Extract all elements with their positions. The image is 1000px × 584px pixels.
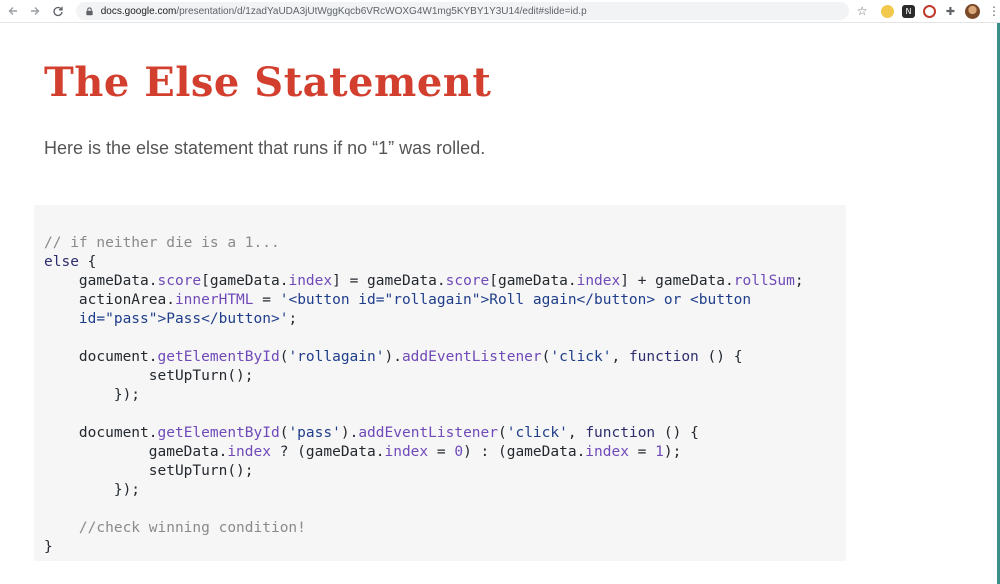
code-line: });	[44, 481, 804, 500]
code-token: (	[498, 425, 507, 441]
code-token: '<button id="rollagain">Roll again</butt…	[279, 292, 752, 308]
code-token: id="pass">Pass</button>'	[44, 311, 289, 327]
code-token: ,	[567, 425, 586, 441]
browser-window: docs.google.com/presentation/d/1zadYaUDA…	[0, 0, 1000, 584]
extension-yellow-icon[interactable]	[880, 4, 894, 18]
code-line: // if neither die is a 1...	[44, 234, 804, 253]
address-bar[interactable]: docs.google.com/presentation/d/1zadYaUDA…	[75, 2, 850, 20]
code-token: addEventListener	[358, 425, 498, 441]
code-token: addEventListener	[401, 349, 542, 365]
code-token: else	[44, 254, 79, 270]
code-token: ;	[794, 273, 804, 289]
code-token: innerHTML	[174, 292, 254, 308]
extensions-area: N ✚ ⋮	[877, 3, 1000, 19]
code-line: }	[44, 538, 804, 557]
code-line: document.getElementById('rollagain').add…	[44, 348, 804, 367]
code-token: [gameData.	[201, 273, 289, 289]
code-listing: // if neither die is a 1... else { gameDa…	[44, 234, 804, 557]
code-line: setUpTurn();	[44, 462, 804, 481]
code-token: document.	[44, 349, 158, 365]
code-line: document.getElementById ( 'pass').addEvent…	[44, 424, 804, 443]
code-token: () {	[655, 425, 699, 441]
code-token: 'click'	[550, 349, 612, 365]
puzzle-icon[interactable]: ✚	[944, 5, 957, 18]
lock-icon	[84, 6, 95, 17]
code-line: setUpTurn();	[44, 367, 804, 386]
code-token: 1	[655, 444, 664, 460]
code-token: gameData.	[44, 273, 158, 289]
code-token: index	[576, 273, 621, 289]
code-line: });	[44, 386, 804, 405]
code-token: 'click'	[506, 425, 568, 441]
forward-arrow-icon[interactable]	[26, 1, 46, 21]
avatar[interactable]	[964, 3, 980, 19]
code-token: // if neither die is a 1...	[44, 235, 280, 251]
code-token: //check winning condition!	[44, 520, 306, 536]
browser-toolbar: docs.google.com/presentation/d/1zadYaUDA…	[0, 0, 1000, 23]
code-token: index	[585, 444, 629, 460]
code-token: index	[384, 444, 429, 460]
code-line: id="pass">Pass</button>';	[44, 310, 804, 329]
code-token: 'rollagain'	[288, 349, 385, 365]
code-token: ? (gameData.	[270, 444, 385, 460]
code-token: setUpTurn();	[44, 368, 254, 384]
code-line: else {	[44, 253, 804, 272]
code-line: gameData.score[gameData.index] = gameDat…	[44, 272, 804, 291]
slide-subtitle: Here is the else statement that runs if …	[44, 138, 486, 158]
code-token: ] + gameData.	[620, 273, 734, 289]
code-token: }	[44, 539, 53, 555]
code-line: //check winning condition!	[44, 519, 804, 538]
extension-ring-icon[interactable]	[922, 4, 936, 18]
code-token: {	[78, 254, 97, 270]
code-token: ).	[340, 425, 359, 441]
code-token: rollSum	[733, 273, 795, 289]
code-token: setUpTurn();	[44, 463, 254, 479]
kebab-menu-icon[interactable]: ⋮	[988, 4, 1000, 18]
extension-n-icon[interactable]: N	[901, 4, 915, 18]
code-token: index	[227, 444, 271, 460]
code-token: );	[663, 444, 682, 460]
code-token: ,	[611, 349, 629, 365]
code-line: gameData.index ? (gameData.index = 0) : …	[44, 443, 804, 462]
code-token: document.	[44, 425, 158, 441]
code-token: ) : (gameData.	[463, 444, 586, 460]
url-path: /presentation/d/1zadYaUDA3jUtWggKqcb6VRc…	[176, 5, 587, 17]
code-token: getElementById	[157, 349, 280, 365]
url-text: docs.google.com/presentation/d/1zadYaUDA…	[101, 6, 587, 17]
code-token: function	[585, 425, 656, 441]
code-token: score	[157, 273, 202, 289]
code-token: ;	[288, 311, 298, 327]
code-token: ).	[384, 349, 402, 365]
code-line: actionArea.innerHTML = '<button id="roll…	[44, 291, 804, 310]
code-token: 'pass'	[288, 425, 341, 441]
code-token: function	[628, 349, 699, 365]
code-token: getElementById	[157, 425, 280, 441]
code-token: });	[44, 482, 141, 498]
code-token: =	[428, 444, 455, 460]
url-host: docs.google.com	[100, 5, 177, 17]
code-token: 0	[454, 444, 464, 460]
code-token: index	[288, 273, 333, 289]
code-token: score	[445, 273, 490, 289]
star-icon[interactable]: ☆	[853, 2, 871, 20]
slide-title: The Else Statement	[44, 59, 492, 106]
code-token: actionArea.	[44, 292, 175, 308]
back-arrow-icon[interactable]	[3, 1, 23, 21]
code-token: [gameData.	[489, 273, 577, 289]
code-token: =	[253, 292, 280, 308]
reload-icon[interactable]	[48, 1, 68, 21]
code-token: });	[44, 387, 141, 403]
code-token: gameData.	[44, 444, 228, 460]
code-token: () {	[698, 349, 743, 365]
code-token: ] = gameData.	[332, 273, 446, 289]
code-token: =	[628, 444, 656, 460]
